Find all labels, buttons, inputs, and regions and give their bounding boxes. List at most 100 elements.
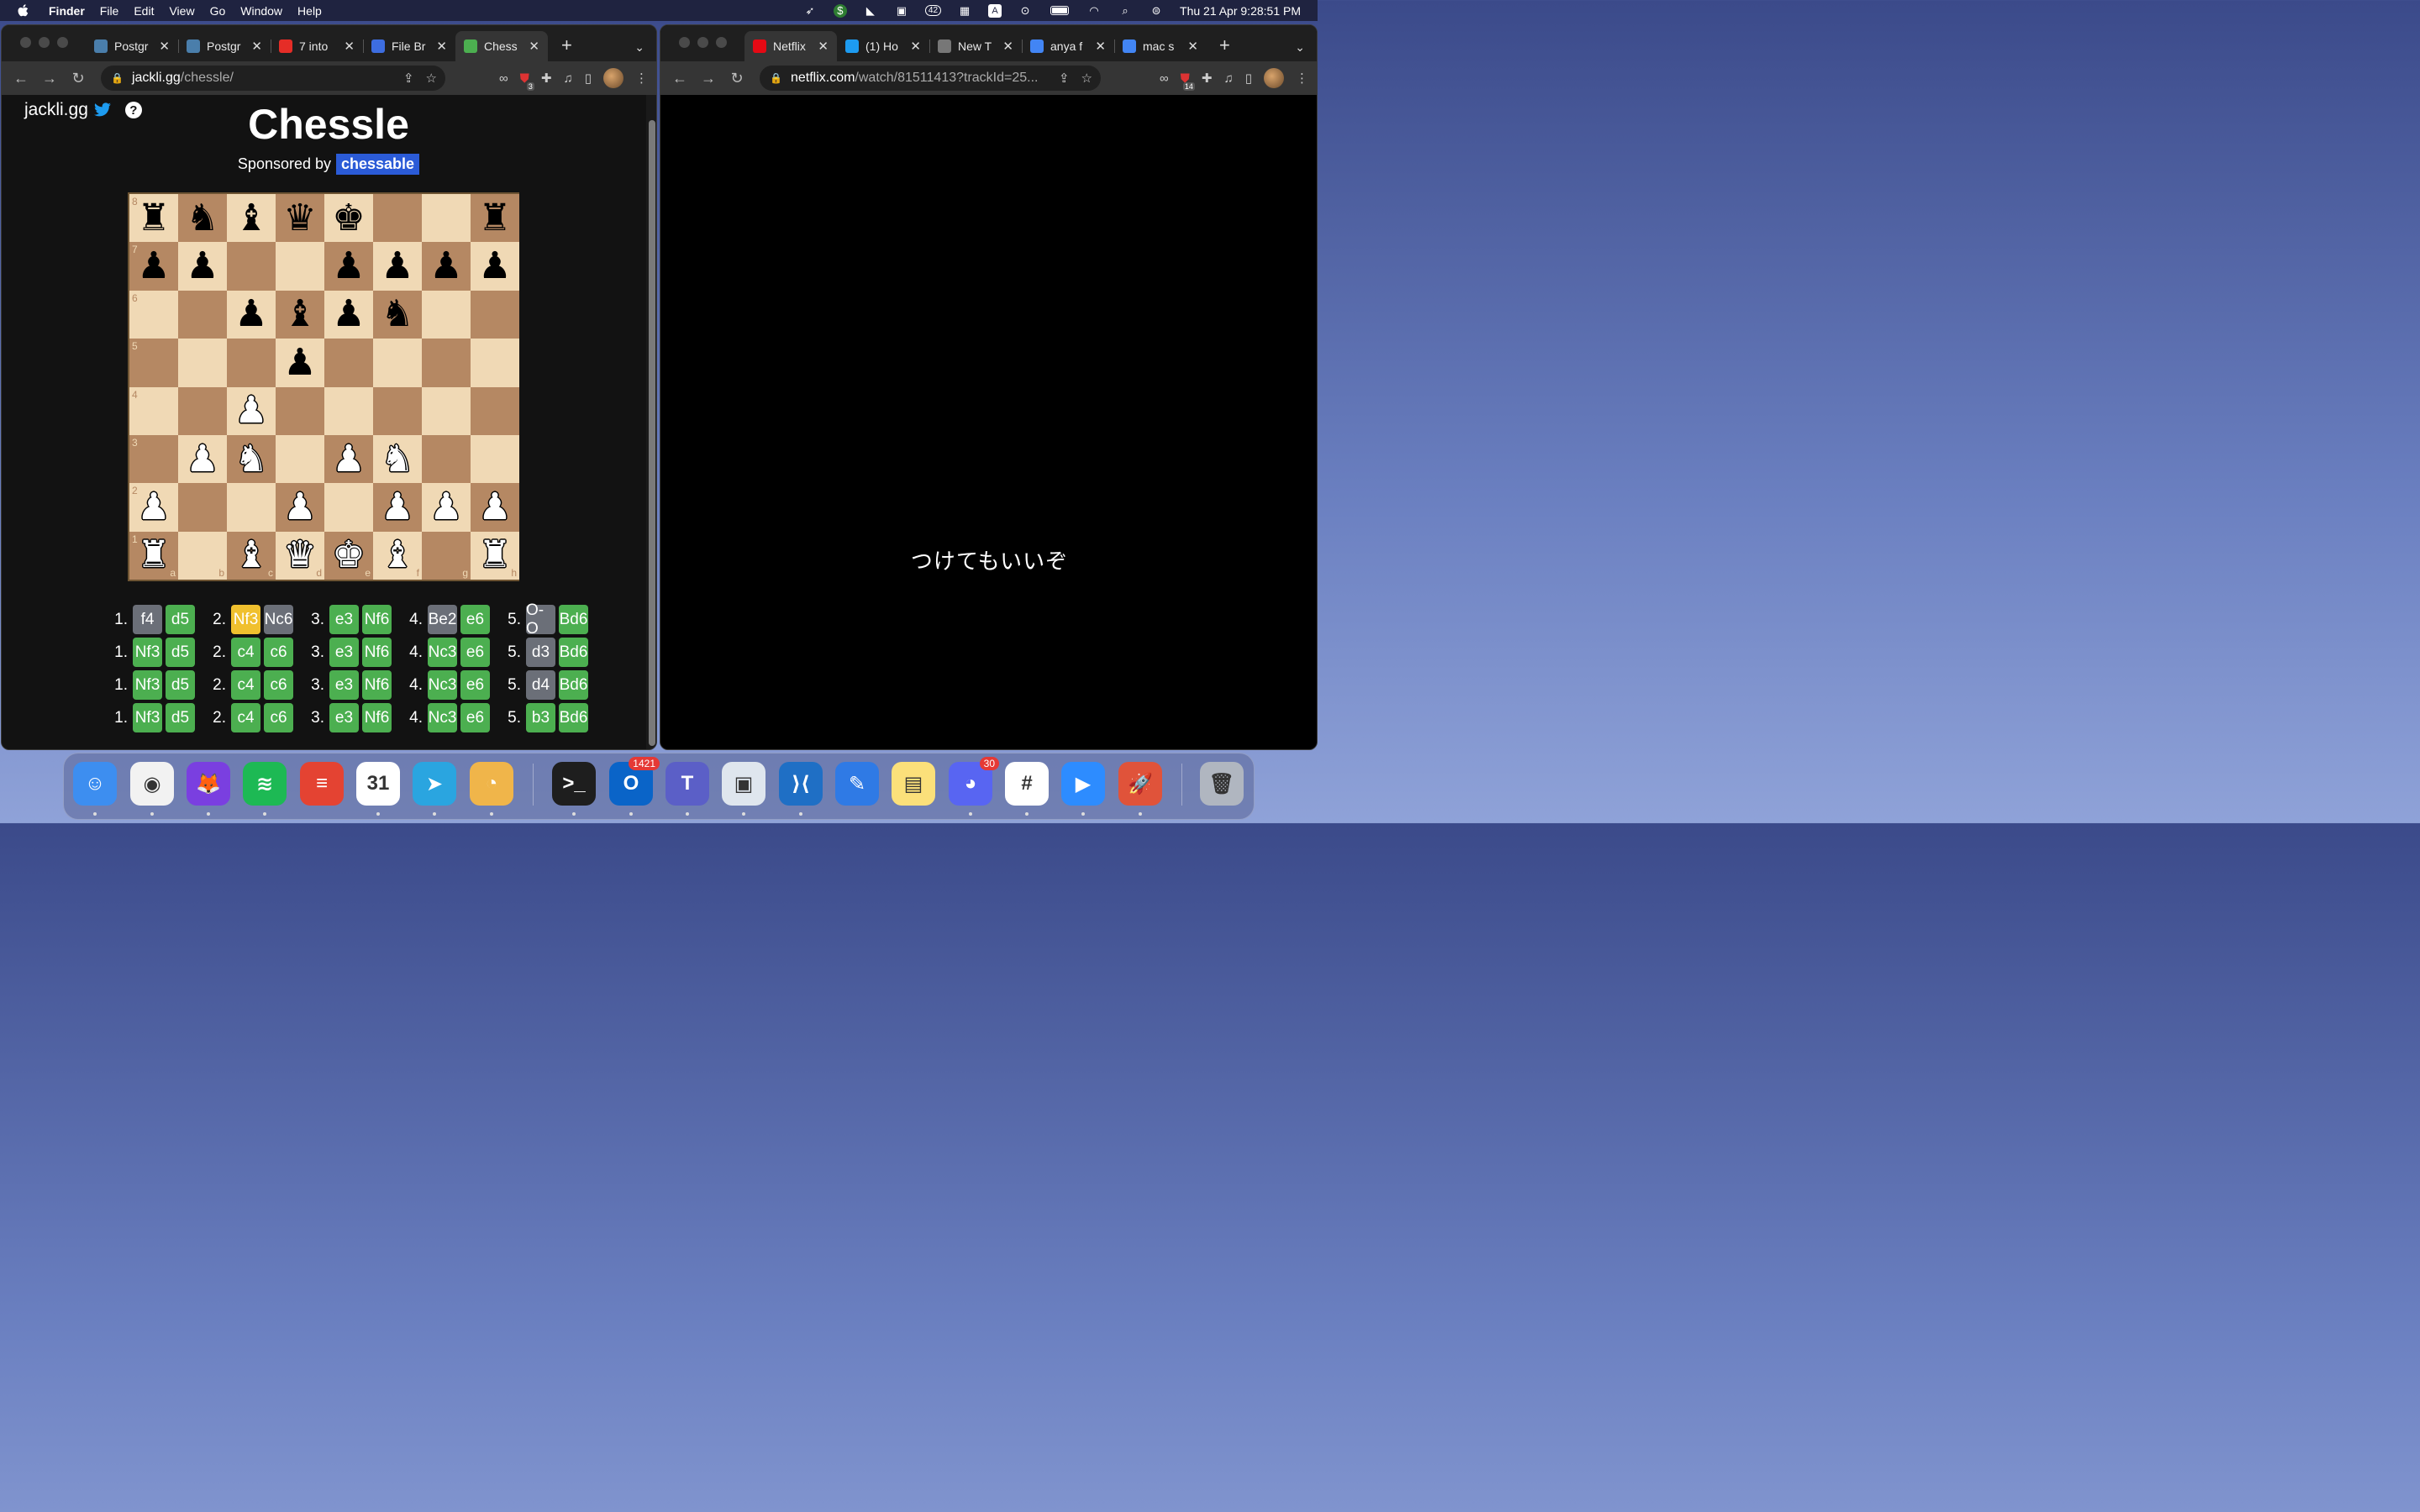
square-b1[interactable]: b xyxy=(178,531,227,580)
scrollbar-thumb[interactable] xyxy=(649,120,655,746)
pencil-icon[interactable]: ✎ xyxy=(835,762,879,806)
white-pawn-icon[interactable]: ♟ xyxy=(381,489,413,526)
share-icon-right[interactable]: ⇪ xyxy=(1059,71,1070,86)
square-g2[interactable]: ♟ xyxy=(422,483,471,532)
chrome-icon[interactable]: ◉ xyxy=(130,762,174,806)
square-c5[interactable] xyxy=(227,339,276,387)
menu-clock[interactable]: Thu 21 Apr 9:28:51 PM xyxy=(1180,4,1301,18)
white-bishop-icon[interactable]: ♝ xyxy=(234,537,267,574)
white-knight-icon[interactable]: ♞ xyxy=(381,440,413,478)
minimize-window-button-right[interactable] xyxy=(697,37,708,48)
tab-close-icon[interactable]: ✕ xyxy=(1002,39,1013,54)
battery-icon[interactable] xyxy=(1049,4,1071,18)
square-h4[interactable] xyxy=(471,386,519,435)
square-e6[interactable]: ♟ xyxy=(324,290,373,339)
square-d6[interactable]: ♝ xyxy=(276,290,324,339)
spotify-icon[interactable]: ≋ xyxy=(243,762,287,806)
black-knight-icon[interactable]: ♞ xyxy=(381,296,413,333)
outlook-icon[interactable]: O 1421 xyxy=(609,757,660,806)
square-c6[interactable]: ♟ xyxy=(227,290,276,339)
square-a2[interactable]: 2 ♟ xyxy=(129,483,178,532)
square-a4[interactable]: 4 xyxy=(129,386,178,435)
address-bar-right[interactable]: 🔒 netflix.com/watch/81511413?trackId=25.… xyxy=(760,66,1101,91)
white-pawn-icon[interactable]: ♟ xyxy=(137,489,170,526)
square-f3[interactable]: ♞ xyxy=(373,434,422,484)
black-rook-icon[interactable]: ♜ xyxy=(478,199,511,237)
forward-button[interactable]: → xyxy=(40,70,59,87)
square-e4[interactable] xyxy=(324,386,373,435)
extensions-puzzle-icon-right[interactable]: ✚ xyxy=(1202,71,1213,86)
trash-icon[interactable]: 🗑 xyxy=(1200,762,1244,806)
black-pawn-icon[interactable]: ♟ xyxy=(186,248,218,285)
search-icon[interactable]: ⌕ xyxy=(1118,4,1133,18)
calendar-icon[interactable]: 31 xyxy=(356,762,400,806)
terminal-icon[interactable]: >_ xyxy=(552,762,596,806)
square-g4[interactable] xyxy=(422,386,471,435)
menu-file[interactable]: File xyxy=(100,4,119,18)
square-b4[interactable] xyxy=(178,386,227,435)
apple-icon[interactable] xyxy=(17,3,30,18)
black-knight-icon[interactable]: ♞ xyxy=(186,199,218,237)
square-a7[interactable]: 7 ♟ xyxy=(129,242,178,291)
vscode-icon[interactable]: ⟩⟨ xyxy=(779,762,823,806)
right-tab-2[interactable]: New T ✕ xyxy=(929,31,1022,61)
zoom-window-button-right[interactable] xyxy=(716,37,727,48)
black-pawn-icon[interactable]: ♟ xyxy=(234,296,267,333)
tab-close-icon[interactable]: ✕ xyxy=(1187,39,1198,54)
square-g5[interactable] xyxy=(422,339,471,387)
cheese-icon[interactable]: ◔ xyxy=(470,762,513,806)
square-g6[interactable] xyxy=(422,290,471,339)
media-control-icon-right[interactable]: ♫ xyxy=(1223,71,1233,86)
firefox-icon[interactable]: 🦊 xyxy=(187,762,230,806)
telegram-icon[interactable]: ➤ xyxy=(413,762,456,806)
play-icon[interactable]: ⊙ xyxy=(1018,4,1033,18)
square-h3[interactable] xyxy=(471,434,519,484)
square-a8[interactable]: 8 ♜ xyxy=(129,194,178,243)
black-pawn-icon[interactable]: ♟ xyxy=(381,248,413,285)
square-g1[interactable]: g xyxy=(422,531,471,580)
square-f4[interactable] xyxy=(373,386,422,435)
teams-icon[interactable]: T xyxy=(666,762,709,806)
forward-button-right[interactable]: → xyxy=(699,70,718,87)
notes-icon[interactable]: ▤ xyxy=(892,762,935,806)
extensions-puzzle-icon[interactable]: ✚ xyxy=(541,71,552,86)
input-source-icon[interactable]: A xyxy=(988,3,1002,18)
preview-icon[interactable]: ▣ xyxy=(722,762,765,806)
media-control-icon[interactable]: ♫ xyxy=(563,71,572,86)
rocket-icon[interactable]: 🚀 xyxy=(1118,762,1162,806)
square-f5[interactable] xyxy=(373,339,422,387)
chessable-logo[interactable]: chessable xyxy=(336,154,420,175)
right-tab-0[interactable]: Netflix ✕ xyxy=(744,31,837,61)
white-queen-icon[interactable]: ♛ xyxy=(283,537,316,574)
tab-close-icon[interactable]: ✕ xyxy=(436,39,447,54)
page-scrollbar[interactable] xyxy=(646,95,656,749)
black-bishop-icon[interactable]: ♝ xyxy=(234,199,267,237)
zoom-window-button[interactable] xyxy=(57,37,68,48)
square-h8[interactable]: ♜ xyxy=(471,194,519,243)
close-window-button-right[interactable] xyxy=(679,37,690,48)
square-e7[interactable]: ♟ xyxy=(324,242,373,291)
close-window-button[interactable] xyxy=(20,37,31,48)
tab-close-icon[interactable]: ✕ xyxy=(159,39,170,54)
square-c3[interactable]: ♞ xyxy=(227,434,276,484)
square-c2[interactable] xyxy=(227,483,276,532)
black-queen-icon[interactable]: ♛ xyxy=(283,199,316,237)
menu-app-name[interactable]: Finder xyxy=(49,4,85,18)
square-d8[interactable]: ♛ xyxy=(276,194,324,243)
square-c4[interactable]: ♟ xyxy=(227,386,276,435)
dollar-icon[interactable]: $ xyxy=(833,3,847,18)
tab-2[interactable]: 7 into ✕ xyxy=(271,31,363,61)
white-rook-icon[interactable]: ♜ xyxy=(137,537,170,574)
minimize-window-button[interactable] xyxy=(39,37,50,48)
white-bishop-icon[interactable]: ♝ xyxy=(381,537,413,574)
tab-close-icon[interactable]: ✕ xyxy=(910,39,921,54)
profile-avatar[interactable] xyxy=(603,68,623,88)
camera-icon[interactable]: ▣ xyxy=(894,4,909,18)
black-pawn-icon[interactable]: ♟ xyxy=(429,248,462,285)
tab-close-icon[interactable]: ✕ xyxy=(1095,39,1106,54)
white-knight-icon[interactable]: ♞ xyxy=(234,440,267,478)
tab-3[interactable]: File Br ✕ xyxy=(363,31,455,61)
glasses-extension-icon-right[interactable]: ∞ xyxy=(1160,71,1169,86)
white-pawn-icon[interactable]: ♟ xyxy=(478,489,511,526)
control-center-icon[interactable]: ⊜ xyxy=(1149,4,1164,18)
